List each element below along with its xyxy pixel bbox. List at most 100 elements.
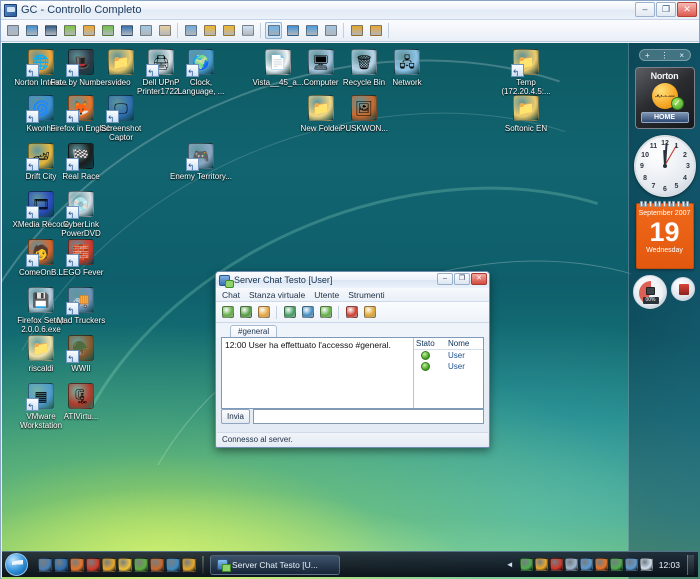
file-transfer-icon[interactable] <box>61 22 78 39</box>
toolbar-separator <box>260 23 261 38</box>
desktop-icon-wwii[interactable]: 🪖 WWII <box>50 333 112 373</box>
blank-screen-icon[interactable] <box>239 22 256 39</box>
media-player-icon[interactable] <box>102 557 116 572</box>
calendar-gadget[interactable]: September 2007 19 Wednesday <box>635 201 694 269</box>
user-info-icon[interactable] <box>156 22 173 39</box>
sidebar-add-gadget-icon[interactable]: + <box>645 51 650 60</box>
voice-call-icon[interactable] <box>118 22 135 39</box>
chat-maximize-button[interactable]: ❐ <box>454 273 470 285</box>
tray-display-icon[interactable] <box>624 558 638 571</box>
taskbar-clock[interactable]: 12:03 <box>659 560 680 570</box>
desktop-icon-lego-fever[interactable]: 🧱 LEGO Fever <box>50 237 112 277</box>
main-toolbar <box>1 20 699 42</box>
command-console-icon[interactable] <box>42 22 59 39</box>
sidebar-controls[interactable]: + ⋮ × <box>638 49 691 61</box>
window-mode-icon[interactable] <box>284 22 301 39</box>
chat-tab-general[interactable]: #general <box>230 325 278 337</box>
opera-icon[interactable] <box>86 557 100 572</box>
start-button[interactable] <box>5 553 28 576</box>
firefox-icon[interactable] <box>70 557 84 572</box>
minimize-button[interactable]: – <box>635 2 655 17</box>
remote-desktop-icon[interactable] <box>4 22 21 39</box>
desktop-icon-label: CyberLink PowerDVD <box>61 220 101 238</box>
network-tree-icon[interactable] <box>182 22 199 39</box>
show-desktop-icon[interactable] <box>38 557 52 572</box>
chat-message-log[interactable]: 12:00 User ha effettuato l'accesso #gene… <box>222 338 413 408</box>
desktop-icon-puskwon[interactable]: 🖼 PUSKWON... <box>333 93 395 133</box>
settings-tools-icon[interactable] <box>348 22 365 39</box>
office-icon[interactable] <box>182 557 196 572</box>
chat-user-list[interactable]: Stato Nome User User <box>413 338 483 408</box>
clipboard-icon[interactable] <box>322 22 339 39</box>
task-manager-icon[interactable] <box>80 22 97 39</box>
tray-volume-icon[interactable] <box>639 558 653 571</box>
send-button[interactable]: Invia <box>221 409 250 424</box>
security-icon[interactable] <box>118 557 132 572</box>
close-button[interactable]: ✕ <box>677 2 697 17</box>
desktop-icon-network[interactable]: 🖧 Network <box>376 47 438 87</box>
chat-window-controls: – ❐ ✕ <box>437 273 487 285</box>
chat-minimize-button[interactable]: – <box>437 273 453 285</box>
clock-gadget[interactable]: 12 1 2 3 4 5 6 7 8 9 10 11 <box>633 135 696 197</box>
desktop-icon-clock-language[interactable]: 🌍 Clock, Language, ... <box>170 47 232 96</box>
switch-windows-icon[interactable] <box>54 557 68 572</box>
connect-server-icon[interactable] <box>282 305 297 320</box>
chat-user-row[interactable]: User <box>414 361 483 372</box>
tray-messenger-icon[interactable] <box>594 558 608 571</box>
chat-window[interactable]: Server Chat Testo [User] – ❐ ✕ Chat Stanz… <box>215 271 490 448</box>
open-room-icon[interactable] <box>238 305 253 320</box>
chat-menu-item-strumenti[interactable]: Strumenti <box>348 290 384 300</box>
chat-icon[interactable] <box>99 22 116 39</box>
norton-protected-check-icon: ✓ <box>670 97 684 110</box>
desktop-icon-mad-truckers[interactable]: 🚚 Mad Truckers <box>50 285 112 325</box>
new-chat-icon[interactable] <box>220 305 235 320</box>
icon-art: 🪖 <box>68 335 94 361</box>
fullscreen-icon[interactable] <box>265 22 282 39</box>
refresh-users-icon[interactable] <box>300 305 315 320</box>
desktop-icon-enemy-territory[interactable]: 🎮 Enemy Territory... <box>170 141 232 181</box>
desktop-icon-real-race[interactable]: 🏁 Real Race <box>50 141 112 181</box>
sidebar-close-icon[interactable]: × <box>679 51 684 60</box>
tray-expand-icon[interactable]: ◄ <box>506 560 514 569</box>
desktop-icon-screenshot-captor[interactable]: 🖵 Screenshot Captor <box>90 93 152 142</box>
cpu-meter-gadget[interactable]: 00% <box>632 275 697 309</box>
remote-desktop-view[interactable]: 🌐Norton Intern...🎩Fate by Numbers📁video🖨… <box>2 43 700 579</box>
desktop-icon-softonic-en[interactable]: 📁 Softonic EN <box>495 93 557 133</box>
disconnect-icon[interactable] <box>367 22 384 39</box>
tray-security-icon[interactable] <box>609 558 623 571</box>
message-icon[interactable] <box>137 22 154 39</box>
lock-session-icon[interactable] <box>201 22 218 39</box>
desktop-icon-ativirtu[interactable]: 🗜 ATIVirtu... <box>50 381 112 421</box>
maximize-button[interactable]: ❐ <box>656 2 676 17</box>
skype-icon[interactable] <box>150 557 164 572</box>
tray-antivirus-icon[interactable] <box>549 558 563 571</box>
chat-message-input[interactable] <box>253 409 484 424</box>
chat-close-button[interactable]: ✕ <box>471 273 487 285</box>
messenger-icon[interactable] <box>134 557 148 572</box>
chat-menu-item-chat[interactable]: Chat <box>222 290 240 300</box>
options-icon[interactable] <box>362 305 377 320</box>
taskbar-button-chat[interactable]: Server Chat Testo [U... <box>210 554 340 575</box>
sidebar-options-icon[interactable]: ⋮ <box>660 51 668 60</box>
leave-room-icon[interactable] <box>256 305 271 320</box>
chat-user-row[interactable]: User <box>414 350 483 361</box>
desktop-icon-temp-share[interactable]: 📁Temp (172.20.4.5:... <box>495 47 557 96</box>
norton-home-button[interactable]: HOME <box>640 112 689 123</box>
tray-network-icon[interactable] <box>519 558 533 571</box>
add-user-icon[interactable] <box>318 305 333 320</box>
chat-menu-item-utente[interactable]: Utente <box>314 290 339 300</box>
show-desktop-button[interactable] <box>687 554 694 575</box>
tray-update-icon[interactable] <box>534 558 548 571</box>
screen-view-icon[interactable] <box>23 22 40 39</box>
desktop-icon-cyberlink-powerdvd[interactable]: 💿 CyberLink PowerDVD <box>50 189 112 238</box>
norton-gadget[interactable]: Norton ✓ HOME <box>634 67 695 129</box>
clock-numeral: 12 <box>661 140 669 147</box>
tray-printer-icon[interactable] <box>564 558 578 571</box>
scale-view-icon[interactable] <box>303 22 320 39</box>
desktop-icon-label: Softonic EN <box>504 124 548 133</box>
font-color-icon[interactable] <box>344 305 359 320</box>
chat-menu-item-stanza-virtuale[interactable]: Stanza virtuale <box>249 290 305 300</box>
explorer-icon[interactable] <box>166 557 180 572</box>
tray-device-icon[interactable] <box>579 558 593 571</box>
unlock-session-icon[interactable] <box>220 22 237 39</box>
